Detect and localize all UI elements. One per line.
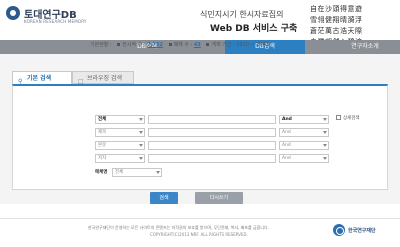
operator-select-1[interactable]: And bbox=[279, 115, 329, 124]
db-stats: 기본현황 : 한시작 수 : 7,752 매체 수 : 43 게재 기간 : 1… bbox=[90, 41, 269, 48]
header: 토대연구DB KOREAN RESEARCH MEMORY 식민지시기 한시자료… bbox=[0, 0, 400, 46]
calligraphy-line: 蒼茫萬古浩天際 bbox=[310, 27, 363, 35]
keyword-input-1[interactable] bbox=[148, 115, 276, 124]
tab-label: 브라우징 검색 bbox=[87, 75, 123, 82]
select-value: And bbox=[282, 143, 291, 148]
works-count-link[interactable]: 7,752 bbox=[147, 42, 163, 48]
field-select-3[interactable]: 본문 bbox=[95, 141, 145, 150]
detail-search-checkbox[interactable]: 상세검색 bbox=[336, 115, 360, 121]
chevron-down-icon bbox=[139, 157, 143, 160]
stats-label: 기본현황 : bbox=[90, 42, 112, 48]
footer: 한국연구재단이 운영하는 모든 사이트의 콘텐츠는 저작권의 보호를 받으며, … bbox=[0, 218, 400, 247]
logo-subtitle: KOREAN RESEARCH MEMORY bbox=[24, 19, 87, 24]
operator-select-2[interactable]: And bbox=[279, 128, 329, 137]
chevron-down-icon bbox=[139, 131, 143, 134]
search-button[interactable]: 검색 bbox=[150, 192, 178, 204]
calligraphy-line: 雪翎健翔晴漪浮 bbox=[310, 16, 363, 24]
chevron-down-icon bbox=[139, 144, 143, 147]
select-value: 전체 bbox=[115, 170, 124, 175]
reset-button[interactable]: 다시쓰기 bbox=[195, 192, 243, 204]
nrf-logo-icon bbox=[333, 224, 345, 236]
field-select-4[interactable]: 저자 bbox=[95, 154, 145, 163]
checkbox-label: 상세검색 bbox=[343, 116, 360, 121]
hero-title-line1: 식민지시기 한시자료집의 bbox=[200, 10, 284, 19]
bullet-icon bbox=[168, 43, 172, 46]
select-value: 제목 bbox=[98, 130, 107, 135]
select-value: And bbox=[282, 117, 292, 122]
footer-copyright: COPYRIGHT(C)2013 NRF. ALL RIGHTS RESERVE… bbox=[150, 232, 248, 237]
tab-label: 기본 검색 bbox=[27, 75, 52, 82]
select-value: 저자 bbox=[98, 156, 107, 161]
keyword-input-3[interactable] bbox=[148, 141, 276, 150]
select-value: And bbox=[282, 156, 291, 161]
bullet-icon bbox=[206, 43, 210, 46]
operator-select-4[interactable]: And bbox=[279, 154, 329, 163]
nrf-logo-text: 한국연구재단 bbox=[348, 228, 376, 234]
select-value: 전체 bbox=[98, 117, 107, 122]
bullet-icon bbox=[117, 43, 121, 46]
calligraphy-line: 自在沙頭得意遊 bbox=[310, 5, 363, 13]
chevron-down-icon bbox=[139, 118, 143, 121]
footer-notice: 한국연구재단이 운영하는 모든 사이트의 콘텐츠는 저작권의 보호를 받으며, … bbox=[88, 225, 269, 230]
period-value: 1910 ~ 1943 bbox=[236, 42, 270, 48]
journals-label: 매체 수 : bbox=[173, 42, 193, 48]
search-panel bbox=[12, 84, 388, 190]
chevron-down-icon bbox=[323, 144, 327, 147]
operator-select-3[interactable]: And bbox=[279, 141, 329, 150]
period-label: 게재 기간 : bbox=[211, 42, 235, 48]
media-select[interactable]: 전체 bbox=[112, 168, 162, 177]
nav-researchers[interactable]: 연구자소개 bbox=[335, 40, 395, 54]
chevron-down-icon bbox=[323, 157, 327, 160]
field-select-1[interactable]: 전체 bbox=[95, 115, 145, 124]
works-label: 한시작 수 : bbox=[122, 42, 146, 48]
keyword-input-4[interactable] bbox=[148, 154, 276, 163]
chevron-down-icon bbox=[323, 131, 327, 134]
select-value: And bbox=[282, 130, 291, 135]
select-value: 본문 bbox=[98, 143, 107, 148]
chevron-down-icon bbox=[156, 171, 160, 174]
journals-count-link[interactable]: 43 bbox=[194, 42, 201, 48]
hero-title-line2: Web DB 서비스 구축 bbox=[210, 24, 298, 34]
tab-basic-search[interactable]: ⚲ 기본 검색 bbox=[12, 71, 72, 85]
tab-browse-search[interactable]: □ 브라우징 검색 bbox=[72, 71, 134, 85]
checkbox-box[interactable] bbox=[336, 115, 341, 120]
keyword-input-2[interactable] bbox=[148, 128, 276, 137]
media-label: 매체명 bbox=[95, 170, 108, 175]
chevron-down-icon bbox=[323, 118, 327, 121]
logo-mark-icon bbox=[6, 6, 20, 20]
field-select-2[interactable]: 제목 bbox=[95, 128, 145, 137]
